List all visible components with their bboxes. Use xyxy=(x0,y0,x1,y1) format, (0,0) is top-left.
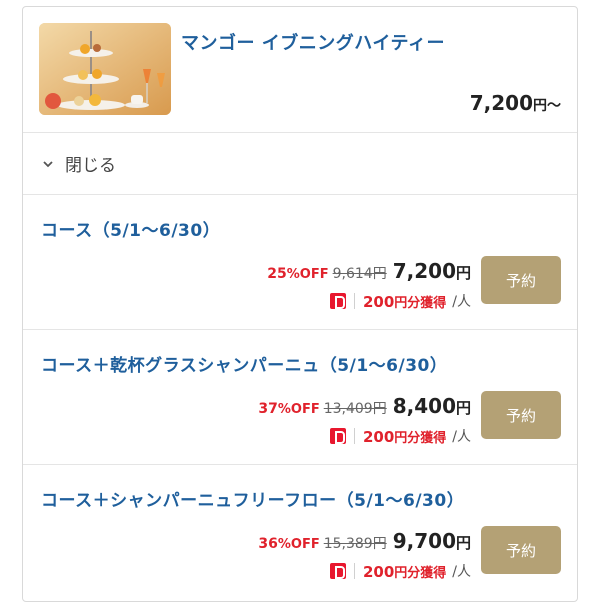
course-row: コース＋シャンパーニュフリーフロー（5/1〜6/30） 36%OFF 15,38… xyxy=(23,465,577,600)
original-price: 15,389円 xyxy=(323,536,387,552)
per-person: /人 xyxy=(452,564,471,580)
course-title[interactable]: コース＋乾杯グラスシャンパーニュ（5/1〜6/30） xyxy=(41,351,447,376)
chevron-down-icon xyxy=(43,160,53,167)
price-row: 37%OFF 13,409円 8,400円 xyxy=(258,394,471,418)
divider xyxy=(353,563,355,579)
points-number: 200 xyxy=(362,292,395,311)
divider xyxy=(353,293,355,309)
course-row: コース＋乾杯グラスシャンパーニュ（5/1〜6/30） 37%OFF 13,409… xyxy=(23,330,577,465)
discount-badge: 36%OFF xyxy=(258,536,319,552)
discount-number: 37 xyxy=(258,401,278,417)
paypay-icon xyxy=(329,428,346,444)
discount-number: 36 xyxy=(258,536,278,552)
reserve-button[interactable]: 予約 xyxy=(481,391,561,439)
point-row: 200円分獲得 /人 xyxy=(329,426,471,446)
course-price-unit: 円 xyxy=(455,534,471,552)
per-person: /人 xyxy=(452,429,471,445)
per-person: /人 xyxy=(452,294,471,310)
discount-suffix: %OFF xyxy=(277,402,320,417)
course-row: コース（5/1〜6/30） 25%OFF 9,614円 7,200円 200円分… xyxy=(23,195,577,330)
points-number: 200 xyxy=(362,562,395,581)
course-price: 7,200円 xyxy=(393,259,471,283)
course-title[interactable]: コース（5/1〜6/30） xyxy=(41,216,220,241)
paypay-icon xyxy=(329,293,346,309)
discount-suffix: %OFF xyxy=(277,537,320,552)
original-price: 13,409円 xyxy=(323,401,387,417)
course-title[interactable]: コース＋シャンパーニュフリーフロー（5/1〜6/30） xyxy=(41,486,464,511)
point-row: 200円分獲得 /人 xyxy=(329,291,471,311)
points-earned: 200円分獲得 xyxy=(363,427,446,446)
course-price-number: 9,700 xyxy=(392,529,456,553)
discount-number: 25 xyxy=(267,266,287,282)
course-price-unit: 円 xyxy=(455,399,471,417)
points-suffix: 円分獲得 xyxy=(394,565,447,581)
course-price-number: 7,200 xyxy=(392,259,456,283)
reserve-button[interactable]: 予約 xyxy=(481,256,561,304)
plan-title[interactable]: マンゴー イブニングハイティー xyxy=(181,29,445,55)
plan-price-unit: 円〜 xyxy=(533,98,561,114)
course-price: 8,400円 xyxy=(393,394,471,418)
collapse-label: 閉じる xyxy=(65,156,116,176)
point-row: 200円分獲得 /人 xyxy=(329,561,471,581)
points-suffix: 円分獲得 xyxy=(394,295,447,311)
divider xyxy=(353,428,355,444)
price-row: 25%OFF 9,614円 7,200円 xyxy=(267,259,471,283)
points-earned: 200円分獲得 xyxy=(363,562,446,581)
discount-badge: 37%OFF xyxy=(258,401,319,417)
points-suffix: 円分獲得 xyxy=(394,430,447,446)
points-earned: 200円分獲得 xyxy=(363,292,446,311)
plan-header[interactable]: マンゴー イブニングハイティー 7,200円〜 xyxy=(23,7,577,133)
discount-suffix: %OFF xyxy=(286,267,329,282)
price-row: 36%OFF 15,389円 9,700円 xyxy=(258,529,471,553)
discount-badge: 25%OFF xyxy=(267,266,328,282)
plan-price-number: 7,200 xyxy=(469,91,533,115)
reserve-button[interactable]: 予約 xyxy=(481,526,561,574)
plan-from-price: 7,200円〜 xyxy=(470,91,561,115)
collapse-toggle[interactable]: 閉じる xyxy=(23,133,577,195)
original-price: 9,614円 xyxy=(332,266,387,282)
plan-image[interactable] xyxy=(39,23,171,115)
course-price-number: 8,400 xyxy=(392,394,456,418)
course-price-unit: 円 xyxy=(455,264,471,282)
paypay-icon xyxy=(329,563,346,579)
plan-card: マンゴー イブニングハイティー 7,200円〜 閉じる コース（5/1〜6/30… xyxy=(22,6,578,602)
points-number: 200 xyxy=(362,427,395,446)
course-price: 9,700円 xyxy=(393,529,471,553)
